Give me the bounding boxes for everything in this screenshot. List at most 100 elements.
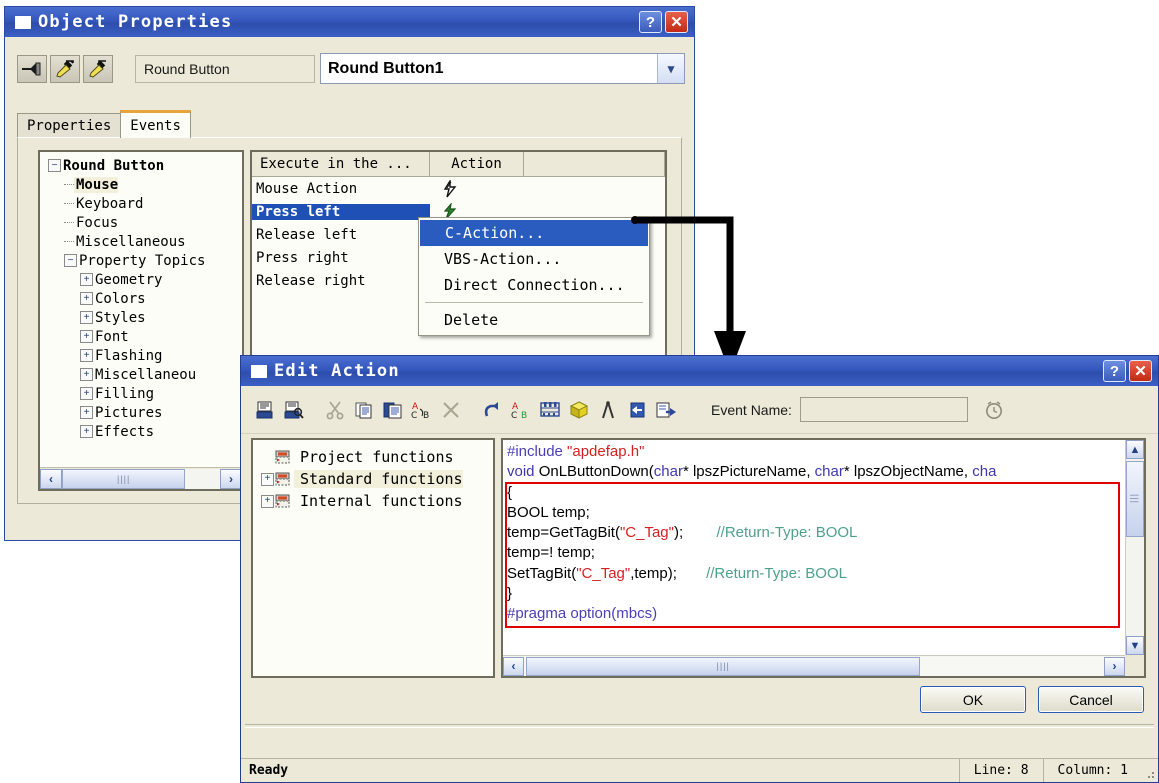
compile-button[interactable] (538, 397, 562, 423)
help-button[interactable]: ? (639, 11, 662, 33)
collapse-icon[interactable]: − (48, 159, 61, 172)
tree-item-effects[interactable]: + Effects (40, 422, 242, 441)
code-token: temp=! temp; (507, 544, 595, 562)
expand-icon[interactable]: + (80, 425, 93, 438)
object-properties-titlebar[interactable]: Object Properties ? ✕ (5, 7, 694, 37)
status-divider (245, 724, 1154, 728)
code-horizontal-scrollbar[interactable]: ‹ |||| › (503, 655, 1125, 676)
scroll-left-icon[interactable]: ‹ (503, 656, 524, 676)
code-vertical-scrollbar[interactable]: ▲ ||| ▼ (1125, 440, 1144, 655)
object-properties-toolbar (17, 55, 113, 83)
delete-button[interactable] (439, 397, 463, 423)
tree-item-mouse[interactable]: Mouse (40, 175, 242, 194)
function-tree-item-standard-functions[interactable]: + Standard functions (253, 468, 493, 490)
tree-item-round-button[interactable]: − Round Button (40, 156, 242, 175)
copy-button[interactable] (352, 397, 376, 423)
event-name-input[interactable] (799, 397, 968, 422)
expand-icon[interactable]: + (261, 494, 274, 508)
edit-action-titlebar[interactable]: Edit Action ? ✕ (241, 356, 1158, 386)
tree-scroll-track[interactable]: |||| (62, 468, 220, 489)
expand-icon[interactable]: + (80, 368, 93, 381)
code-line: void OnLButtonDown(char* lpszPictureName… (507, 462, 1125, 482)
arrow-into-icon (630, 402, 645, 417)
collapse-icon[interactable]: − (64, 254, 77, 267)
scroll-right-icon[interactable]: › (1104, 656, 1125, 676)
scroll-down-icon[interactable]: ▼ (1126, 636, 1144, 655)
tab-properties[interactable]: Properties (17, 113, 122, 138)
undo-button[interactable] (480, 397, 504, 423)
function-tree-item-project-functions[interactable]: Project functions (253, 446, 493, 468)
expand-icon[interactable]: + (261, 472, 274, 486)
resize-grip-icon[interactable] (1142, 759, 1158, 782)
object-tree[interactable]: − Round Button Mouse Keyboard Focus Miscellan… (40, 156, 242, 463)
tree-item-keyboard[interactable]: Keyboard (40, 194, 242, 213)
event-action-cell[interactable] (430, 179, 524, 198)
tree-item-geometry[interactable]: + Geometry (40, 270, 242, 289)
object-select-combo[interactable]: Round Button1 ▼ (320, 53, 685, 84)
cancel-button[interactable]: Cancel (1038, 686, 1144, 713)
menu-item-direct-connection[interactable]: Direct Connection... (419, 272, 649, 298)
paste-button[interactable] (381, 397, 405, 423)
tree-scroll-thumb[interactable]: |||| (62, 468, 186, 489)
expand-icon[interactable]: + (80, 330, 93, 343)
tree-item-miscellaneou[interactable]: + Miscellaneou (40, 365, 242, 384)
status-column: Column: 1 (1042, 759, 1142, 782)
code-token: cha (972, 463, 997, 481)
save-preview-button[interactable] (282, 397, 306, 423)
alarm-clock-button[interactable] (982, 397, 1006, 423)
lightning-black-icon (443, 179, 457, 197)
event-row[interactable]: Mouse Action (252, 177, 665, 200)
scroll-left-icon[interactable]: ‹ (40, 468, 62, 489)
tree-item-flashing[interactable]: + Flashing (40, 346, 242, 365)
close-button[interactable]: ✕ (1129, 360, 1152, 382)
menu-item-vbs-action[interactable]: VBS-Action... (419, 246, 649, 272)
pin-button[interactable] (17, 55, 47, 83)
close-button[interactable]: ✕ (665, 11, 688, 33)
scroll-up-icon[interactable]: ▲ (1126, 440, 1144, 459)
pipette-up-button[interactable] (50, 55, 80, 83)
cut-button[interactable] (323, 397, 347, 423)
tab-events[interactable]: Events (120, 110, 191, 138)
expand-icon[interactable]: + (80, 311, 93, 324)
ok-button[interactable]: OK (920, 686, 1026, 713)
tree-item-font[interactable]: + Font (40, 327, 242, 346)
tree-item-styles[interactable]: + Styles (40, 308, 242, 327)
expand-icon[interactable]: + (80, 273, 93, 286)
tree-item-pictures[interactable]: + Pictures (40, 403, 242, 422)
save-button[interactable] (253, 397, 277, 423)
step-out-button[interactable] (654, 397, 678, 423)
tree-item-miscellaneous[interactable]: Miscellaneous (40, 232, 242, 251)
tree-horizontal-scrollbar[interactable]: ‹ |||| › (40, 467, 242, 489)
horizontal-scroll-track[interactable]: |||| (524, 656, 1104, 676)
replace-button[interactable]: A C B (410, 397, 434, 423)
compass-button[interactable] (596, 397, 620, 423)
expand-icon[interactable]: + (80, 387, 93, 400)
horizontal-scroll-thumb[interactable]: |||| (526, 656, 921, 676)
package-button[interactable] (567, 397, 591, 423)
function-tree[interactable]: Project functions + Standard functions + Int… (253, 446, 493, 512)
tree-item-filling[interactable]: + Filling (40, 384, 242, 403)
function-tree-item-internal-functions[interactable]: + Internal functions (253, 490, 493, 512)
menu-item-delete[interactable]: Delete (419, 307, 649, 333)
column-header-execute[interactable]: Execute in the ... (252, 152, 430, 176)
expand-icon[interactable]: + (80, 406, 93, 419)
tree-item-colors[interactable]: + Colors (40, 289, 242, 308)
help-button[interactable]: ? (1103, 360, 1126, 382)
code-editor[interactable]: #include "apdefap.h" void OnLButtonDown(c… (503, 440, 1125, 655)
save-icon (256, 401, 273, 418)
pipette-down-button[interactable] (83, 55, 113, 83)
menu-item-c-action[interactable]: C-Action... (420, 220, 648, 246)
expand-icon[interactable]: + (80, 349, 93, 362)
code-token: ); (673, 524, 717, 542)
tree-item-focus[interactable]: Focus (40, 213, 242, 232)
column-header-blank[interactable] (524, 152, 665, 176)
find-replace-button[interactable]: A C B (509, 397, 533, 423)
tree-item-property-topics[interactable]: − Property Topics (40, 251, 242, 270)
column-header-action[interactable]: Action (430, 152, 524, 176)
chevron-down-icon[interactable]: ▼ (657, 54, 684, 83)
expand-icon[interactable]: + (80, 292, 93, 305)
scroll-right-icon[interactable]: › (220, 468, 242, 489)
step-into-button[interactable] (625, 397, 649, 423)
vertical-scroll-thumb[interactable]: ||| (1126, 461, 1144, 537)
abacus-icon (540, 401, 560, 417)
